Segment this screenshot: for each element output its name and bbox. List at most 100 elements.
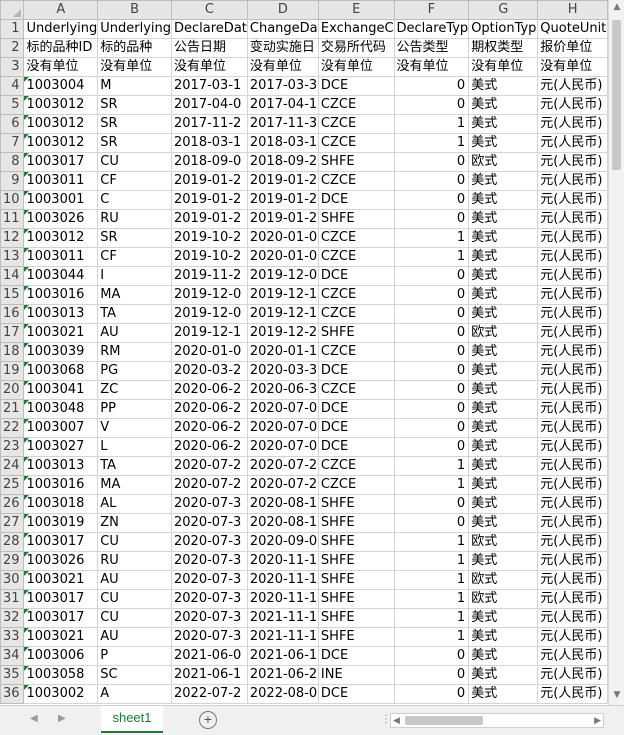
cell-D6[interactable]: 2017-11-3 — [246, 114, 319, 134]
row-header[interactable]: 6 — [0, 114, 25, 134]
row-header[interactable]: 28 — [0, 532, 25, 552]
cell-H14[interactable]: 元(人民币) — [537, 266, 608, 286]
scroll-left-arrow-icon[interactable]: ◀ — [393, 715, 400, 726]
cell-G16[interactable]: 美式 — [468, 304, 539, 324]
cell-E30[interactable]: SHFE — [317, 570, 395, 590]
row-header[interactable]: 16 — [0, 304, 25, 324]
cell-G25[interactable]: 美式 — [468, 475, 539, 495]
cell-B26[interactable]: AL — [97, 494, 173, 514]
cell-F34[interactable]: 0 — [393, 646, 470, 666]
cell-F2[interactable]: 公告类型 — [393, 38, 470, 58]
column-header[interactable]: D — [246, 0, 319, 20]
cell-D25[interactable]: 2020-07-2 — [246, 475, 319, 495]
cell-A21[interactable]: 1003048 — [23, 399, 99, 419]
column-header[interactable]: E — [317, 0, 395, 20]
cell-B32[interactable]: CU — [97, 608, 173, 628]
cell-B15[interactable]: MA — [97, 285, 173, 305]
cell-F17[interactable]: 0 — [393, 323, 470, 343]
cell-E10[interactable]: DCE — [317, 190, 395, 210]
cell-H2[interactable]: 报价单位 — [537, 38, 608, 58]
cell-F20[interactable]: 0 — [393, 380, 470, 400]
cell-B4[interactable]: M — [97, 76, 173, 96]
cell-F12[interactable]: 1 — [393, 228, 470, 248]
cell-E33[interactable]: SHFE — [317, 627, 395, 647]
cell-C28[interactable]: 2020-07-3 — [171, 532, 248, 552]
cell-A30[interactable]: 1003021 — [23, 570, 99, 590]
cell-F27[interactable]: 0 — [393, 513, 470, 533]
cell-H10[interactable]: 元(人民币) — [537, 190, 608, 210]
cell-F22[interactable]: 0 — [393, 418, 470, 438]
row-header[interactable]: 36 — [0, 684, 25, 704]
cell-H34[interactable]: 元(人民币) — [537, 646, 608, 666]
cell-C24[interactable]: 2020-07-2 — [171, 456, 248, 476]
cell-H27[interactable]: 元(人民币) — [537, 513, 608, 533]
cell-A6[interactable]: 1003012 — [23, 114, 99, 134]
cell-E14[interactable]: DCE — [317, 266, 395, 286]
row-header[interactable]: 9 — [0, 171, 25, 191]
cell-G10[interactable]: 美式 — [468, 190, 539, 210]
cell-D14[interactable]: 2019-12-0 — [246, 266, 319, 286]
cell-C23[interactable]: 2020-06-2 — [171, 437, 248, 457]
cell-A1[interactable]: Underlying — [23, 19, 99, 39]
cell-C21[interactable]: 2020-06-2 — [171, 399, 248, 419]
cell-D33[interactable]: 2021-11-1 — [246, 627, 319, 647]
cell-C5[interactable]: 2017-04-0 — [171, 95, 248, 115]
row-header[interactable]: 26 — [0, 494, 25, 514]
row-header[interactable]: 2 — [0, 38, 25, 58]
row-header[interactable]: 35 — [0, 665, 25, 685]
cell-G12[interactable]: 美式 — [468, 228, 539, 248]
cell-C31[interactable]: 2020-07-3 — [171, 589, 248, 609]
cell-B29[interactable]: RU — [97, 551, 173, 571]
cell-E6[interactable]: CZCE — [317, 114, 395, 134]
cell-C22[interactable]: 2020-06-2 — [171, 418, 248, 438]
cell-A33[interactable]: 1003021 — [23, 627, 99, 647]
cell-A20[interactable]: 1003041 — [23, 380, 99, 400]
cell-H25[interactable]: 元(人民币) — [537, 475, 608, 495]
cell-B14[interactable]: I — [97, 266, 173, 286]
cell-G20[interactable]: 美式 — [468, 380, 539, 400]
cell-E1[interactable]: ExchangeC — [317, 19, 395, 39]
row-header[interactable]: 18 — [0, 342, 25, 362]
row-header[interactable]: 22 — [0, 418, 25, 438]
cell-C10[interactable]: 2019-01-2 — [171, 190, 248, 210]
cell-C11[interactable]: 2019-01-2 — [171, 209, 248, 229]
add-sheet-icon[interactable]: + — [199, 711, 217, 729]
row-header[interactable]: 20 — [0, 380, 25, 400]
cell-B20[interactable]: ZC — [97, 380, 173, 400]
cell-H4[interactable]: 元(人民币) — [537, 76, 608, 96]
cell-E13[interactable]: CZCE — [317, 247, 395, 267]
cell-G29[interactable]: 美式 — [468, 551, 539, 571]
cell-D15[interactable]: 2019-12-1 — [246, 285, 319, 305]
cell-E5[interactable]: CZCE — [317, 95, 395, 115]
cell-E28[interactable]: SHFE — [317, 532, 395, 552]
cell-G31[interactable]: 欧式 — [468, 589, 539, 609]
cell-C12[interactable]: 2019-10-2 — [171, 228, 248, 248]
scroll-right-arrow-icon[interactable]: ▶ — [594, 715, 601, 726]
cell-C9[interactable]: 2019-01-2 — [171, 171, 248, 191]
cell-F6[interactable]: 1 — [393, 114, 470, 134]
cell-D5[interactable]: 2017-04-1 — [246, 95, 319, 115]
cell-F3[interactable]: 没有单位 — [393, 57, 470, 77]
cell-E22[interactable]: DCE — [317, 418, 395, 438]
cell-F8[interactable]: 0 — [393, 152, 470, 172]
cell-H32[interactable]: 元(人民币) — [537, 608, 608, 628]
cell-D4[interactable]: 2017-03-3 — [246, 76, 319, 96]
cell-G19[interactable]: 美式 — [468, 361, 539, 381]
cell-D20[interactable]: 2020-06-3 — [246, 380, 319, 400]
cell-A27[interactable]: 1003019 — [23, 513, 99, 533]
cell-F14[interactable]: 0 — [393, 266, 470, 286]
cell-B2[interactable]: 标的品种 — [97, 38, 173, 58]
cell-A13[interactable]: 1003011 — [23, 247, 99, 267]
cell-G15[interactable]: 美式 — [468, 285, 539, 305]
cell-A18[interactable]: 1003039 — [23, 342, 99, 362]
cell-B31[interactable]: CU — [97, 589, 173, 609]
cell-G11[interactable]: 美式 — [468, 209, 539, 229]
cell-F28[interactable]: 1 — [393, 532, 470, 552]
cell-H17[interactable]: 元(人民币) — [537, 323, 608, 343]
cell-A36[interactable]: 1003002 — [23, 684, 99, 704]
cell-E15[interactable]: CZCE — [317, 285, 395, 305]
cell-H23[interactable]: 元(人民币) — [537, 437, 608, 457]
cell-G9[interactable]: 美式 — [468, 171, 539, 191]
cell-B23[interactable]: L — [97, 437, 173, 457]
row-header[interactable]: 34 — [0, 646, 25, 666]
